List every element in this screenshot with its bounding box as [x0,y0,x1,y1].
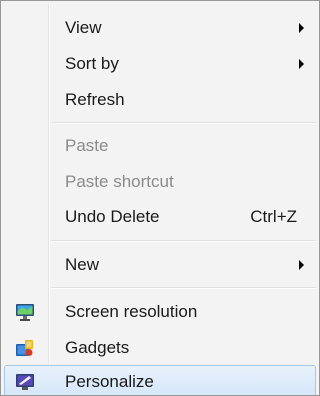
menu-item-personalize[interactable]: Personalize [4,365,316,395]
menu-item-label: Undo Delete [65,207,160,226]
menu-separator [51,122,316,124]
menu-item-view[interactable]: View [4,11,316,45]
menu-item-screen-resolution[interactable]: Screen resolution [4,295,316,329]
menu-item-undo-delete[interactable]: Undo Delete Ctrl+Z [4,200,316,234]
menu-item-label: View [65,18,102,37]
submenu-arrow-icon [299,23,304,33]
menu-item-sort-by[interactable]: Sort by [4,47,316,81]
menu-item-refresh[interactable]: Refresh [4,83,316,117]
menu-item-label: Paste [65,136,109,155]
menu-item-paste: Paste [4,129,316,163]
menu-item-label: Refresh [65,90,125,109]
submenu-arrow-icon [299,260,304,270]
keyboard-shortcut: Ctrl+Z [250,207,297,226]
menu-item-label: Personalize [65,372,154,391]
menu-separator [51,240,316,242]
menu-item-label: Screen resolution [65,302,198,321]
menu-item-label: New [65,255,100,274]
menu-separator [51,287,316,289]
menu-item-label: Sort by [65,54,119,73]
menu-item-gadgets[interactable]: Gadgets [4,331,316,365]
monitor-icon [16,304,34,321]
gadgets-icon [16,340,33,356]
menu-item-label: Paste shortcut [65,172,174,191]
submenu-arrow-icon [299,59,304,69]
menu-item-new[interactable]: New [4,248,316,282]
personalize-icon [16,374,34,390]
menu-item-paste-shortcut: Paste shortcut [4,165,316,199]
desktop-context-menu: View Sort by Refresh Paste Paste shortcu… [0,0,320,396]
menu-item-label: Gadgets [65,338,130,357]
